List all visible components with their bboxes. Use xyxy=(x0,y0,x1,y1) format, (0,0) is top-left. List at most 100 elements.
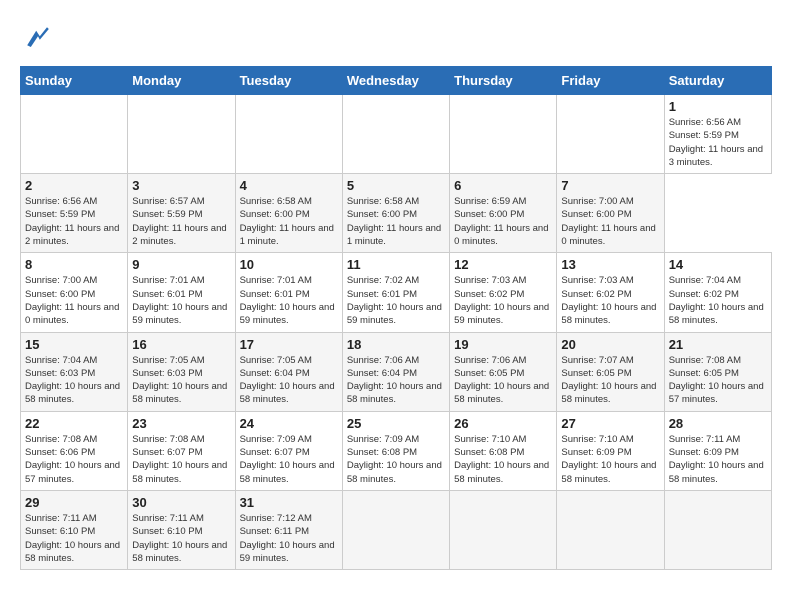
day-info: Sunrise: 7:04 AMSunset: 6:03 PMDaylight:… xyxy=(25,354,123,407)
day-number: 11 xyxy=(347,257,445,272)
day-info: Sunrise: 7:09 AMSunset: 6:08 PMDaylight:… xyxy=(347,433,445,486)
calendar-week-row: 15 Sunrise: 7:04 AMSunset: 6:03 PMDayligh… xyxy=(21,332,772,411)
day-info: Sunrise: 7:00 AMSunset: 6:00 PMDaylight:… xyxy=(561,195,659,248)
day-info: Sunrise: 6:56 AMSunset: 5:59 PMDaylight:… xyxy=(25,195,123,248)
calendar-week-row: 1 Sunrise: 6:56 AMSunset: 5:59 PMDaylight… xyxy=(21,95,772,174)
calendar-cell: 17 Sunrise: 7:05 AMSunset: 6:04 PMDayligh… xyxy=(235,332,342,411)
calendar-week-row: 2 Sunrise: 6:56 AMSunset: 5:59 PMDaylight… xyxy=(21,174,772,253)
day-info: Sunrise: 7:10 AMSunset: 6:08 PMDaylight:… xyxy=(454,433,552,486)
day-number: 20 xyxy=(561,337,659,352)
day-info: Sunrise: 7:11 AMSunset: 6:10 PMDaylight:… xyxy=(132,512,230,565)
calendar-header-row: SundayMondayTuesdayWednesdayThursdayFrid… xyxy=(21,67,772,95)
calendar-week-row: 22 Sunrise: 7:08 AMSunset: 6:06 PMDayligh… xyxy=(21,411,772,490)
calendar-cell xyxy=(557,490,664,569)
day-info: Sunrise: 7:05 AMSunset: 6:03 PMDaylight:… xyxy=(132,354,230,407)
day-info: Sunrise: 7:12 AMSunset: 6:11 PMDaylight:… xyxy=(240,512,338,565)
calendar-cell: 30 Sunrise: 7:11 AMSunset: 6:10 PMDayligh… xyxy=(128,490,235,569)
day-number: 12 xyxy=(454,257,552,272)
day-number: 5 xyxy=(347,178,445,193)
calendar-cell: 28 Sunrise: 7:11 AMSunset: 6:09 PMDayligh… xyxy=(664,411,771,490)
day-number: 3 xyxy=(132,178,230,193)
day-info: Sunrise: 7:08 AMSunset: 6:05 PMDaylight:… xyxy=(669,354,767,407)
day-number: 24 xyxy=(240,416,338,431)
header-sunday: Sunday xyxy=(21,67,128,95)
calendar-week-row: 8Sunrise: 7:00 AMSunset: 6:00 PMDaylight… xyxy=(21,253,772,332)
header-friday: Friday xyxy=(557,67,664,95)
day-number: 27 xyxy=(561,416,659,431)
day-number: 13 xyxy=(561,257,659,272)
calendar-cell: 18Sunrise: 7:06 AMSunset: 6:04 PMDayligh… xyxy=(342,332,449,411)
calendar-cell: 4Sunrise: 6:58 AMSunset: 6:00 PMDaylight… xyxy=(235,174,342,253)
day-number: 2 xyxy=(25,178,123,193)
logo-icon xyxy=(20,20,56,56)
calendar-cell: 5Sunrise: 6:58 AMSunset: 6:00 PMDaylight… xyxy=(342,174,449,253)
day-number: 22 xyxy=(25,416,123,431)
day-number: 10 xyxy=(240,257,338,272)
day-info: Sunrise: 7:11 AMSunset: 6:10 PMDaylight:… xyxy=(25,512,123,565)
calendar-cell: 20 Sunrise: 7:07 AMSunset: 6:05 PMDayligh… xyxy=(557,332,664,411)
day-info: Sunrise: 7:11 AMSunset: 6:09 PMDaylight:… xyxy=(669,433,767,486)
day-info: Sunrise: 7:02 AMSunset: 6:01 PMDaylight:… xyxy=(347,274,445,327)
calendar-week-row: 29Sunrise: 7:11 AMSunset: 6:10 PMDayligh… xyxy=(21,490,772,569)
day-info: Sunrise: 6:56 AMSunset: 5:59 PMDaylight:… xyxy=(669,116,767,169)
day-number: 16 xyxy=(132,337,230,352)
calendar-cell: 19 Sunrise: 7:06 AMSunset: 6:05 PMDayligh… xyxy=(450,332,557,411)
calendar-table: SundayMondayTuesdayWednesdayThursdayFrid… xyxy=(20,66,772,570)
day-info: Sunrise: 7:01 AMSunset: 6:01 PMDaylight:… xyxy=(240,274,338,327)
day-info: Sunrise: 7:05 AMSunset: 6:04 PMDaylight:… xyxy=(240,354,338,407)
calendar-cell: 7 Sunrise: 7:00 AMSunset: 6:00 PMDaylight… xyxy=(557,174,664,253)
calendar-cell: 26 Sunrise: 7:10 AMSunset: 6:08 PMDayligh… xyxy=(450,411,557,490)
day-info: Sunrise: 7:07 AMSunset: 6:05 PMDaylight:… xyxy=(561,354,659,407)
day-info: Sunrise: 7:08 AMSunset: 6:07 PMDaylight:… xyxy=(132,433,230,486)
day-info: Sunrise: 7:01 AMSunset: 6:01 PMDaylight:… xyxy=(132,274,230,327)
day-number: 23 xyxy=(132,416,230,431)
header-thursday: Thursday xyxy=(450,67,557,95)
day-number: 7 xyxy=(561,178,659,193)
day-number: 26 xyxy=(454,416,552,431)
day-info: Sunrise: 7:10 AMSunset: 6:09 PMDaylight:… xyxy=(561,433,659,486)
day-number: 28 xyxy=(669,416,767,431)
calendar-cell: 8Sunrise: 7:00 AMSunset: 6:00 PMDaylight… xyxy=(21,253,128,332)
calendar-cell xyxy=(557,95,664,174)
calendar-cell xyxy=(342,95,449,174)
day-number: 17 xyxy=(240,337,338,352)
header-monday: Monday xyxy=(128,67,235,95)
day-info: Sunrise: 6:57 AMSunset: 5:59 PMDaylight:… xyxy=(132,195,230,248)
page-header xyxy=(20,20,772,56)
header-saturday: Saturday xyxy=(664,67,771,95)
day-number: 15 xyxy=(25,337,123,352)
day-info: Sunrise: 6:59 AMSunset: 6:00 PMDaylight:… xyxy=(454,195,552,248)
day-info: Sunrise: 7:03 AMSunset: 6:02 PMDaylight:… xyxy=(454,274,552,327)
day-info: Sunrise: 6:58 AMSunset: 6:00 PMDaylight:… xyxy=(240,195,338,248)
calendar-cell xyxy=(235,95,342,174)
header-wednesday: Wednesday xyxy=(342,67,449,95)
calendar-cell: 10 Sunrise: 7:01 AMSunset: 6:01 PMDayligh… xyxy=(235,253,342,332)
day-number: 6 xyxy=(454,178,552,193)
calendar-cell: 12 Sunrise: 7:03 AMSunset: 6:02 PMDayligh… xyxy=(450,253,557,332)
calendar-cell: 11 Sunrise: 7:02 AMSunset: 6:01 PMDayligh… xyxy=(342,253,449,332)
day-number: 30 xyxy=(132,495,230,510)
calendar-cell: 1 Sunrise: 6:56 AMSunset: 5:59 PMDaylight… xyxy=(664,95,771,174)
day-number: 31 xyxy=(240,495,338,510)
calendar-cell: 2 Sunrise: 6:56 AMSunset: 5:59 PMDaylight… xyxy=(21,174,128,253)
day-number: 18 xyxy=(347,337,445,352)
day-number: 25 xyxy=(347,416,445,431)
calendar-cell xyxy=(450,490,557,569)
day-number: 1 xyxy=(669,99,767,114)
day-info: Sunrise: 7:03 AMSunset: 6:02 PMDaylight:… xyxy=(561,274,659,327)
calendar-cell xyxy=(21,95,128,174)
day-info: Sunrise: 7:00 AMSunset: 6:00 PMDaylight:… xyxy=(25,274,123,327)
calendar-cell: 16 Sunrise: 7:05 AMSunset: 6:03 PMDayligh… xyxy=(128,332,235,411)
day-info: Sunrise: 7:08 AMSunset: 6:06 PMDaylight:… xyxy=(25,433,123,486)
logo xyxy=(20,20,62,56)
day-info: Sunrise: 7:06 AMSunset: 6:05 PMDaylight:… xyxy=(454,354,552,407)
calendar-cell: 3 Sunrise: 6:57 AMSunset: 5:59 PMDaylight… xyxy=(128,174,235,253)
day-number: 19 xyxy=(454,337,552,352)
day-number: 9 xyxy=(132,257,230,272)
calendar-cell xyxy=(342,490,449,569)
calendar-cell: 23 Sunrise: 7:08 AMSunset: 6:07 PMDayligh… xyxy=(128,411,235,490)
day-info: Sunrise: 7:09 AMSunset: 6:07 PMDaylight:… xyxy=(240,433,338,486)
calendar-cell: 22 Sunrise: 7:08 AMSunset: 6:06 PMDayligh… xyxy=(21,411,128,490)
calendar-cell: 14Sunrise: 7:04 AMSunset: 6:02 PMDayligh… xyxy=(664,253,771,332)
day-number: 14 xyxy=(669,257,767,272)
